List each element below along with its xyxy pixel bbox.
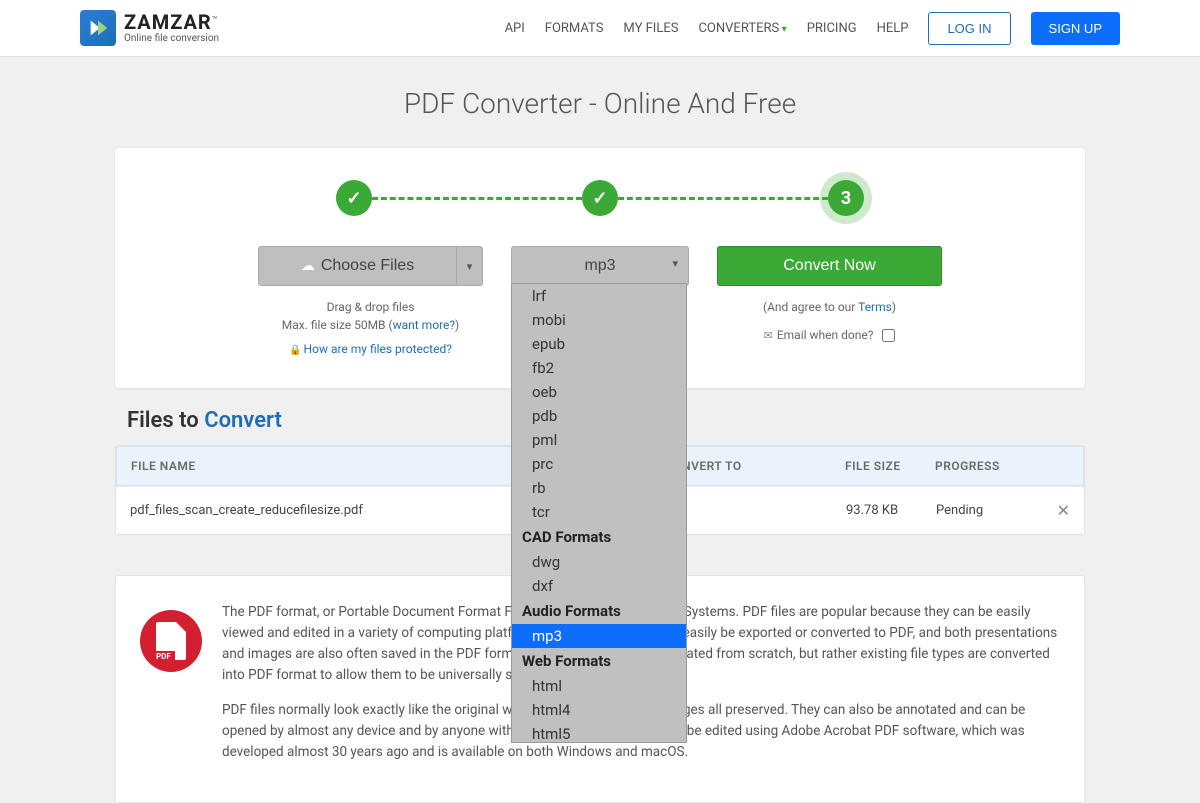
- dropdown-group-header: Web Formats: [512, 648, 686, 674]
- dropdown-item-pdb[interactable]: pdb: [512, 404, 686, 428]
- page-title: PDF Converter - Online And Free: [0, 87, 1200, 120]
- dropdown-item-oeb[interactable]: oeb: [512, 380, 686, 404]
- format-selected-label: mp3: [584, 257, 615, 274]
- choose-files-button[interactable]: Choose Files: [258, 246, 457, 286]
- col-convertto: CONVERT TO: [665, 459, 845, 473]
- email-when-done-label: Email when done?: [777, 328, 874, 342]
- nav-api[interactable]: API: [505, 21, 525, 36]
- step-line: [372, 197, 582, 200]
- header: ZAMZAR™ Online file conversion API FORMA…: [0, 0, 1200, 57]
- brand-subtitle: Online file conversion: [124, 34, 219, 44]
- choose-subtext: Drag & drop files Max. file size 50MB (w…: [258, 298, 483, 358]
- convert-now-button[interactable]: Convert Now: [717, 246, 942, 286]
- login-button[interactable]: LOG IN: [928, 12, 1010, 45]
- step-indicator: 3: [143, 180, 1057, 216]
- col-filesize: FILE SIZE: [845, 459, 935, 473]
- dropdown-item-mp3[interactable]: mp3: [512, 624, 686, 648]
- choose-files-label: Choose Files: [321, 257, 414, 275]
- signup-button[interactable]: SIGN UP: [1031, 12, 1120, 45]
- nav-formats[interactable]: FORMATS: [545, 21, 604, 36]
- top-nav: API FORMATS MY FILES CONVERTERS PRICING …: [505, 12, 1120, 45]
- logo-icon: [80, 10, 116, 46]
- logo[interactable]: ZAMZAR™ Online file conversion: [80, 10, 219, 46]
- cell-filesize: 93.78 KB: [846, 503, 936, 518]
- nav-help[interactable]: HELP: [877, 21, 909, 36]
- dropdown-item-html[interactable]: html: [512, 674, 686, 698]
- nav-myfiles[interactable]: MY FILES: [623, 21, 678, 36]
- dropdown-item-fb2[interactable]: fb2: [512, 356, 686, 380]
- format-select[interactable]: mp3: [511, 246, 689, 286]
- dropdown-item-mobi[interactable]: mobi: [512, 308, 686, 332]
- email-when-done-checkbox[interactable]: [882, 329, 895, 342]
- dropdown-item-pml[interactable]: pml: [512, 428, 686, 452]
- dropdown-item-html5[interactable]: html5: [512, 722, 686, 743]
- brand-title: ZAMZAR: [124, 10, 212, 34]
- cell-progress: Pending: [936, 503, 1046, 518]
- dropdown-group-header: CAD Formats: [512, 524, 686, 550]
- terms-link[interactable]: Terms: [858, 300, 892, 314]
- dropdown-item-lrf[interactable]: lrf: [512, 284, 686, 308]
- dropdown-item-epub[interactable]: epub: [512, 332, 686, 356]
- dropdown-item-dxf[interactable]: dxf: [512, 574, 686, 598]
- step-3-active: 3: [828, 180, 864, 216]
- nav-converters[interactable]: CONVERTERS: [698, 21, 786, 36]
- convert-subtext: (And agree to our Terms) Email when done…: [717, 298, 942, 345]
- dropdown-item-html4[interactable]: html4: [512, 698, 686, 722]
- step-line: [618, 197, 828, 200]
- dropdown-item-prc[interactable]: prc: [512, 452, 686, 476]
- files-protected-link[interactable]: How are my files protected?: [304, 342, 452, 356]
- dropdown-item-tcr[interactable]: tcr: [512, 500, 686, 524]
- format-dropdown[interactable]: lrfmobiepubfb2oebpdbpmlprcrbtcrCAD Forma…: [511, 283, 687, 743]
- dropdown-item-dwg[interactable]: dwg: [512, 550, 686, 574]
- want-more-link[interactable]: want more?: [393, 318, 455, 332]
- remove-row-button[interactable]: ✕: [1046, 501, 1070, 520]
- nav-pricing[interactable]: PRICING: [807, 21, 857, 36]
- envelope-icon: [764, 328, 777, 342]
- dropdown-group-header: Audio Formats: [512, 598, 686, 624]
- lock-icon: [289, 342, 303, 356]
- cloud-upload-icon: [301, 257, 315, 275]
- converter-card: 3 Choose Files ▾ Drag & drop files Max. …: [115, 148, 1085, 388]
- step-2-done: [582, 180, 618, 216]
- pdf-badge-icon: [140, 610, 202, 672]
- col-progress: PROGRESS: [935, 459, 1045, 473]
- step-1-done: [336, 180, 372, 216]
- choose-files-dropdown-caret[interactable]: ▾: [457, 246, 483, 286]
- drag-drop-hint: Drag & drop files: [258, 298, 483, 316]
- dropdown-item-rb[interactable]: rb: [512, 476, 686, 500]
